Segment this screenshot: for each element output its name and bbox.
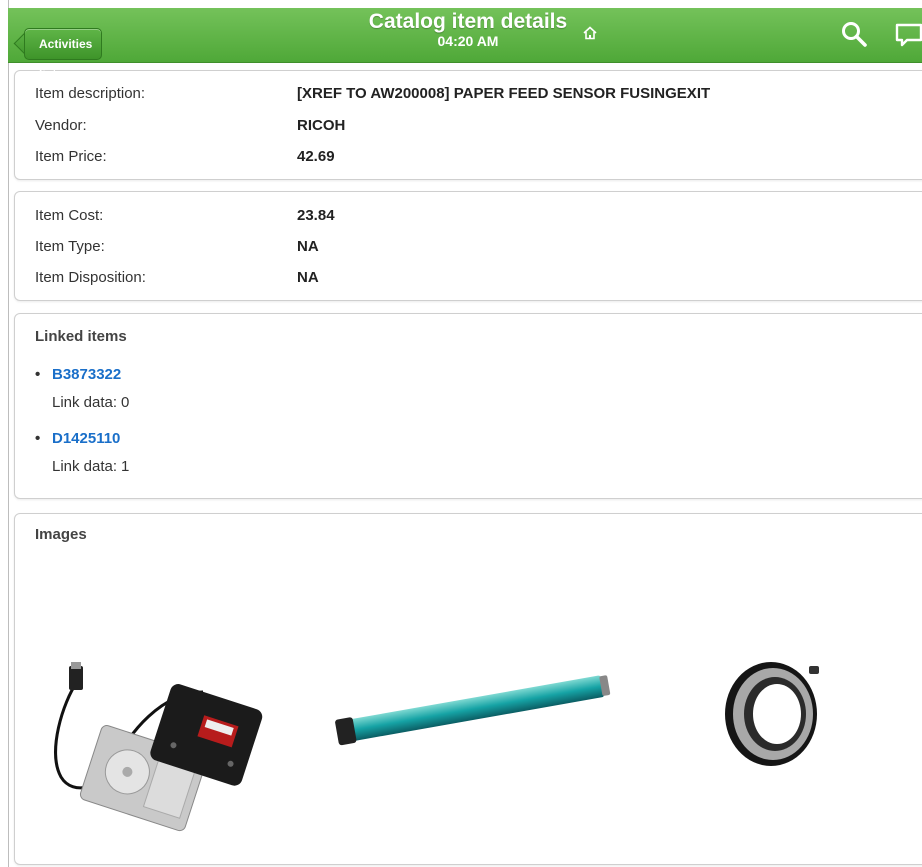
link-data-label: Link data: xyxy=(52,458,118,475)
cost-card: Item Cost: 23.84 Item Type: NA Item Disp… xyxy=(14,191,922,301)
bullet-icon: • xyxy=(35,430,41,447)
lens-adapter-image[interactable] xyxy=(715,644,835,774)
cost-value: 23.84 xyxy=(297,207,335,224)
link-data: Link data: 0 xyxy=(52,394,129,411)
header-bar: Activities list Catalog item details 04:… xyxy=(8,8,922,81)
linked-items-card: Linked items • B3873322 Link data: 0 • D1… xyxy=(14,313,922,499)
clock-time: 04:20 AM xyxy=(437,33,499,49)
cost-label: Item Disposition: xyxy=(35,269,146,286)
search-icon[interactable] xyxy=(840,20,868,48)
hdd-dock-image[interactable] xyxy=(43,662,293,832)
cost-value: NA xyxy=(297,238,319,255)
bullet-icon: • xyxy=(35,366,41,383)
detail-label: Vendor: xyxy=(35,117,87,134)
link-data-value: 1 xyxy=(121,458,130,475)
detail-value: 42.69 xyxy=(297,148,335,165)
cost-label: Item Cost: xyxy=(35,207,104,224)
app-frame: Activities list Catalog item details 04:… xyxy=(0,0,922,867)
back-button[interactable]: Activities list xyxy=(24,28,103,81)
detail-value: RICOH xyxy=(297,117,346,134)
details-card: Item description: [XREF TO AW200008] PAP… xyxy=(14,70,922,180)
cost-value: NA xyxy=(297,269,319,286)
opc-drum-image[interactable] xyxy=(323,662,623,752)
detail-value: [XREF TO AW200008] PAPER FEED SENSOR FUS… xyxy=(297,85,711,102)
detail-label: Item Price: xyxy=(35,148,107,165)
images-title: Images xyxy=(35,526,87,543)
images-card: Images xyxy=(14,513,922,865)
link-data: Link data: 1 xyxy=(52,458,129,475)
link-data-label: Link data: xyxy=(52,394,118,411)
page-title: Catalog item details xyxy=(368,10,568,33)
linked-item-link[interactable]: B3873322 xyxy=(52,366,121,383)
linked-items-title: Linked items xyxy=(35,328,127,345)
chat-icon[interactable] xyxy=(894,22,922,48)
left-rail xyxy=(0,0,9,867)
linked-item-link[interactable]: D1425110 xyxy=(52,430,120,447)
home-icon[interactable] xyxy=(582,25,598,41)
cost-label: Item Type: xyxy=(35,238,105,255)
title-block: Catalog item details 04:20 AM xyxy=(308,10,628,49)
link-data-value: 0 xyxy=(121,394,130,411)
